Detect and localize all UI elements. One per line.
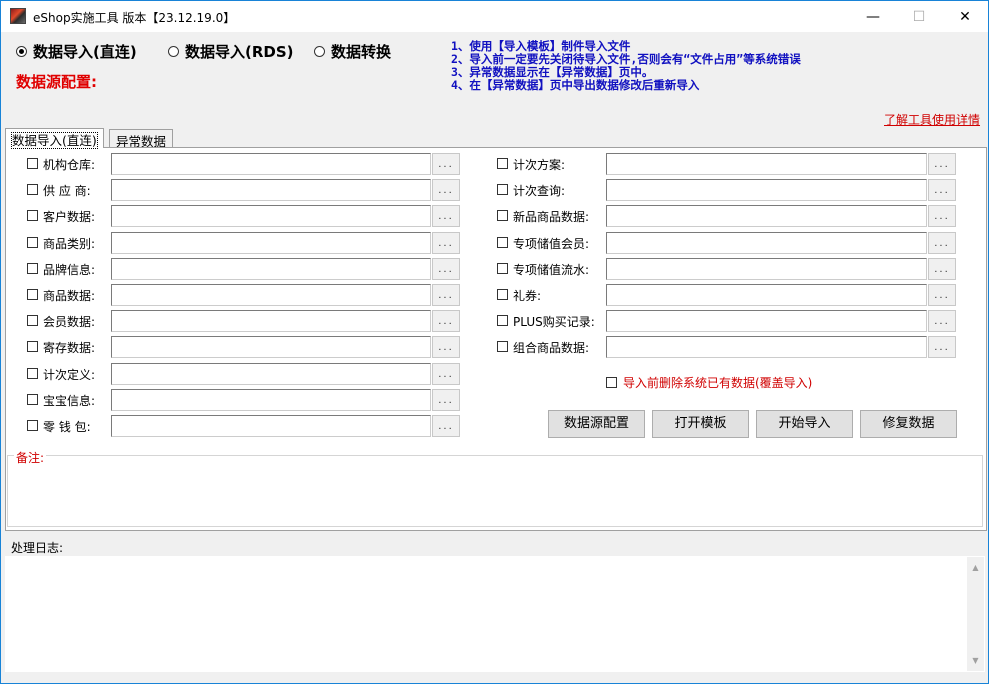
right-item-checkbox[interactable] <box>497 341 508 353</box>
right-item-checkbox[interactable] <box>497 262 508 274</box>
app-icon <box>10 8 26 24</box>
right-item-browse-button[interactable]: ... <box>928 179 956 202</box>
radio-selected-icon <box>16 46 27 57</box>
title-bar[interactable]: eShop实施工具 版本【23.12.19.0】 — ☐ ✕ <box>1 1 988 32</box>
left-item-checkbox[interactable] <box>27 420 38 431</box>
window-title: eShop实施工具 版本【23.12.19.0】 <box>33 11 236 25</box>
right-item-label: 计次查询: <box>513 184 566 199</box>
left-item-browse-button[interactable]: ... <box>432 362 460 385</box>
right-item-browse-button[interactable]: ... <box>928 310 956 333</box>
right-item-path-input[interactable] <box>606 336 927 359</box>
tab-direct-import[interactable]: 数据导入(直连) <box>5 128 104 149</box>
left-item-browse-button[interactable]: ... <box>432 415 460 437</box>
mode-label: 数据导入(RDS) <box>185 43 294 61</box>
right-item-label: 组合商品数据: <box>513 341 590 356</box>
right-item-browse-button[interactable]: ... <box>928 284 956 306</box>
right-item-row: 计次查询:... <box>1 179 988 202</box>
left-item-label: 宝宝信息: <box>43 393 96 408</box>
data-source-config-label: 数据源配置: <box>16 73 97 91</box>
minimize-button[interactable]: — <box>850 1 896 32</box>
left-item-path-input[interactable] <box>111 362 431 385</box>
right-item-path-input[interactable] <box>606 153 927 175</box>
right-item-row: 专项储值会员:... <box>1 231 988 254</box>
left-item-row: 宝宝信息:... <box>1 388 988 411</box>
right-item-path-input[interactable] <box>606 205 927 228</box>
instructions: 1、使用【导入模板】制件导入文件 2、导入前一定要先关闭待导入文件,否则会有“文… <box>451 40 801 92</box>
right-item-label: 新品商品数据: <box>513 210 590 225</box>
scroll-up-icon[interactable]: ▲ <box>967 559 984 576</box>
right-item-checkbox[interactable] <box>497 236 508 248</box>
right-item-label: 礼券: <box>513 289 542 303</box>
overwrite-label: 导入前删除系统已有数据(覆盖导入) <box>623 376 813 390</box>
right-item-browse-button[interactable]: ... <box>928 257 956 280</box>
right-item-label: 计次方案: <box>513 158 566 172</box>
right-item-checkbox[interactable] <box>497 210 508 222</box>
right-item-label: 专项储值会员: <box>513 236 590 251</box>
right-item-checkbox[interactable] <box>497 315 508 327</box>
right-item-browse-button[interactable]: ... <box>928 336 956 359</box>
mode-label: 数据导入(直连) <box>33 43 137 61</box>
log-scrollbar[interactable]: ▲ ▼ <box>967 557 984 671</box>
repair-data-button[interactable]: 修复数据 <box>860 410 957 438</box>
left-item-path-input[interactable] <box>111 415 431 437</box>
right-item-row: PLUS购买记录:... <box>1 310 988 333</box>
right-item-checkbox[interactable] <box>497 289 508 300</box>
right-item-path-input[interactable] <box>606 310 927 333</box>
right-item-row: 新品商品数据:... <box>1 205 988 228</box>
log-textarea[interactable]: ▲ ▼ <box>5 556 985 672</box>
log-label: 处理日志: <box>11 541 64 555</box>
left-item-browse-button[interactable]: ... <box>432 388 460 411</box>
right-item-checkbox[interactable] <box>497 184 508 196</box>
overwrite-checkbox[interactable] <box>606 377 617 388</box>
right-item-row: 计次方案:... <box>1 153 988 175</box>
remark-label: 备注: <box>14 449 47 466</box>
instruction-line: 4、在【异常数据】页中导出数据修改后重新导入 <box>451 78 700 92</box>
remark-textarea[interactable] <box>7 455 983 527</box>
mode-radio-rds[interactable]: 数据导入(RDS) <box>168 41 294 62</box>
tab-exception-data[interactable]: 异常数据 <box>109 129 174 149</box>
left-item-checkbox[interactable] <box>27 393 38 405</box>
right-item-row: 组合商品数据:... <box>1 336 988 359</box>
scroll-down-icon[interactable]: ▼ <box>967 652 984 669</box>
overwrite-option[interactable]: 导入前删除系统已有数据(覆盖导入) <box>606 374 812 391</box>
right-item-path-input[interactable] <box>606 284 927 306</box>
right-item-browse-button[interactable]: ... <box>928 153 956 175</box>
right-item-label: PLUS购买记录: <box>513 315 595 330</box>
right-item-path-input[interactable] <box>606 257 927 280</box>
right-item-path-input[interactable] <box>606 179 927 202</box>
right-item-row: 专项储值流水:... <box>1 257 988 280</box>
start-import-button[interactable]: 开始导入 <box>756 410 853 438</box>
right-item-label: 专项储值流水: <box>513 262 590 277</box>
help-link[interactable]: 了解工具使用详情 <box>884 111 980 128</box>
right-item-row: 礼券:... <box>1 284 988 306</box>
right-item-path-input[interactable] <box>606 231 927 254</box>
close-button[interactable]: ✕ <box>942 1 988 32</box>
left-item-row: 计次定义:... <box>1 362 988 385</box>
open-template-button[interactable]: 打开模板 <box>652 410 749 438</box>
mode-label: 数据转换 <box>331 43 392 61</box>
mode-radio-direct[interactable]: 数据导入(直连) <box>16 41 137 62</box>
right-item-checkbox[interactable] <box>497 158 508 169</box>
right-item-browse-button[interactable]: ... <box>928 231 956 254</box>
left-item-checkbox[interactable] <box>27 367 38 379</box>
left-item-path-input[interactable] <box>111 388 431 411</box>
mode-radio-convert[interactable]: 数据转换 <box>314 41 391 62</box>
radio-unselected-icon <box>168 46 179 57</box>
maximize-button[interactable]: ☐ <box>896 1 942 32</box>
radio-unselected-icon <box>314 46 325 57</box>
data-source-config-button[interactable]: 数据源配置 <box>548 410 645 438</box>
app-window: eShop实施工具 版本【23.12.19.0】 — ☐ ✕ 数据导入(直连) … <box>0 0 989 684</box>
left-item-label: 零 钱 包: <box>43 420 91 434</box>
tab-label: 数据导入(直连) <box>11 132 98 149</box>
right-item-browse-button[interactable]: ... <box>928 205 956 228</box>
left-item-label: 计次定义: <box>43 367 96 382</box>
